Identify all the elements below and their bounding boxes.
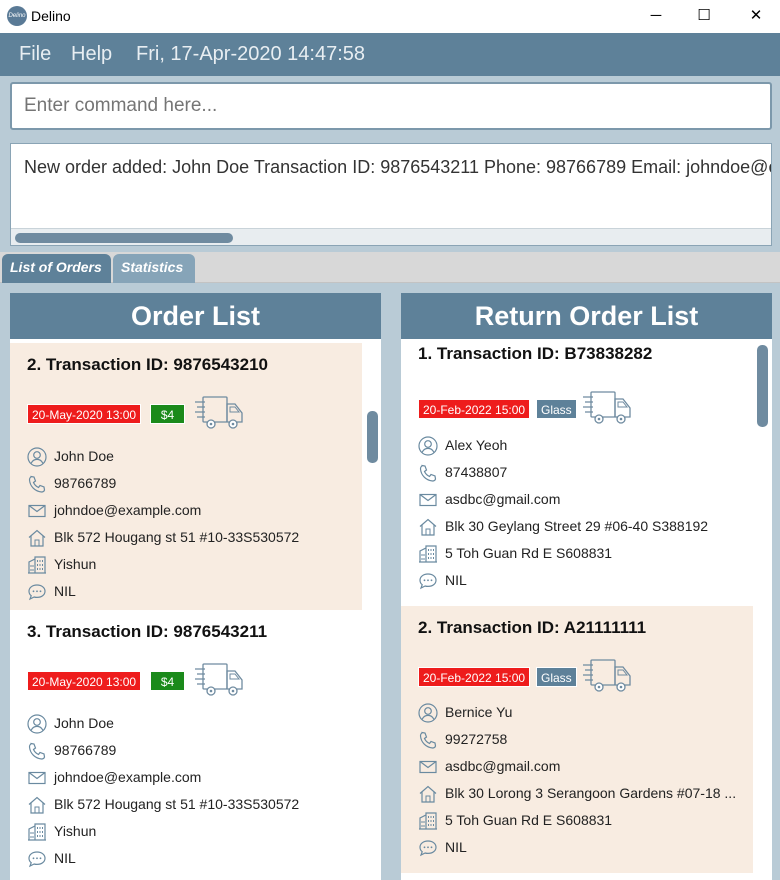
address: Blk 30 Geylang Street 29 #06-40 S388192 bbox=[445, 518, 709, 534]
delivery-truck-icon bbox=[194, 660, 244, 700]
order-card[interactable]: 3. Transaction ID: 9876543211 20-May-202… bbox=[10, 610, 362, 877]
mail-icon bbox=[418, 757, 438, 777]
delivery-date-badge: 20-May-2020 13:00 bbox=[27, 404, 142, 424]
order-list-scrollbar[interactable] bbox=[367, 411, 378, 463]
comment: NIL bbox=[54, 583, 76, 599]
return-order-card[interactable]: 1. Transaction ID: B73838282 20-Feb-2022… bbox=[401, 339, 753, 606]
price-badge: $4 bbox=[150, 671, 185, 691]
building-icon bbox=[27, 822, 47, 842]
return-transaction-title: 1. Transaction ID: B73838282 bbox=[418, 344, 653, 363]
menu-bar: File Help Fri, 17-Apr-2020 14:47:58 bbox=[0, 33, 780, 76]
email-address: johndoe@example.com bbox=[54, 502, 202, 518]
item-type-badge: Glass bbox=[536, 667, 577, 687]
command-box bbox=[10, 82, 772, 130]
tab-strip: List of Orders Statistics bbox=[0, 252, 780, 283]
customer-name: Bernice Yu bbox=[445, 704, 513, 720]
email-address: johndoe@example.com bbox=[54, 769, 202, 785]
warehouse: 5 Toh Guan Rd E S608831 bbox=[445, 812, 613, 828]
person-icon bbox=[418, 703, 438, 723]
chat-icon bbox=[418, 838, 438, 858]
minimize-button[interactable]: ─ bbox=[633, 0, 679, 33]
house-icon bbox=[27, 795, 47, 815]
building-icon bbox=[418, 544, 438, 564]
customer-name: John Doe bbox=[54, 715, 114, 731]
order-transaction-title: 3. Transaction ID: 9876543211 bbox=[27, 622, 268, 641]
mail-icon bbox=[418, 490, 438, 510]
delivery-truck-icon bbox=[582, 388, 632, 428]
phone-number: 98766789 bbox=[54, 475, 117, 491]
phone-icon bbox=[27, 741, 47, 761]
mail-icon bbox=[27, 501, 47, 521]
tab-statistics[interactable]: Statistics bbox=[113, 254, 195, 283]
return-list-scrollbar[interactable] bbox=[757, 345, 768, 427]
order-transaction-title: 2. Transaction ID: 9876543210 bbox=[27, 355, 268, 374]
return-date-badge: 20-Feb-2022 15:00 bbox=[418, 399, 531, 419]
house-icon bbox=[27, 528, 47, 548]
order-card[interactable]: 2. Transaction ID: 9876543210 20-May-202… bbox=[10, 343, 362, 610]
clock-display: Fri, 17-Apr-2020 14:47:58 bbox=[136, 43, 366, 65]
tab-list-of-orders[interactable]: List of Orders bbox=[2, 254, 111, 283]
address: Blk 572 Hougang st 51 #10-33S530572 bbox=[54, 529, 300, 545]
menu-file[interactable]: File bbox=[19, 43, 51, 66]
person-icon bbox=[418, 436, 438, 456]
order-list-title: Order List bbox=[10, 293, 381, 339]
horizontal-scrollbar[interactable] bbox=[11, 228, 771, 245]
phone-number: 98766789 bbox=[54, 742, 117, 758]
chat-icon bbox=[418, 571, 438, 591]
order-list-panel: Order List 2. Transaction ID: 9876543210… bbox=[10, 293, 381, 880]
delivery-truck-icon bbox=[582, 656, 632, 696]
window-title: Delino bbox=[31, 8, 71, 24]
warehouse: Yishun bbox=[54, 823, 97, 839]
menu-help[interactable]: Help bbox=[71, 43, 112, 66]
chat-icon bbox=[27, 849, 47, 869]
comment: NIL bbox=[445, 839, 467, 855]
return-order-list-title: Return Order List bbox=[401, 293, 772, 339]
warehouse: 5 Toh Guan Rd E S608831 bbox=[445, 545, 613, 561]
result-display: New order added: John Doe Transaction ID… bbox=[10, 143, 772, 246]
item-type-badge: Glass bbox=[536, 399, 577, 419]
building-icon bbox=[418, 811, 438, 831]
result-message: New order added: John Doe Transaction ID… bbox=[24, 157, 772, 177]
return-date-badge: 20-Feb-2022 15:00 bbox=[418, 667, 531, 687]
phone-icon bbox=[418, 463, 438, 483]
phone-icon bbox=[418, 730, 438, 750]
command-input[interactable] bbox=[24, 95, 724, 117]
email-address: asdbc@gmail.com bbox=[445, 491, 561, 507]
maximize-button[interactable]: ☐ bbox=[681, 0, 727, 33]
email-address: asdbc@gmail.com bbox=[445, 758, 561, 774]
house-icon bbox=[418, 784, 438, 804]
address: Blk 30 Lorong 3 Serangoon Gardens #07-18… bbox=[445, 785, 737, 801]
delivery-truck-icon bbox=[194, 393, 244, 433]
comment: NIL bbox=[445, 572, 467, 588]
title-bar: Delino Delino ─ ☐ ✕ bbox=[0, 0, 780, 33]
phone-icon bbox=[27, 474, 47, 494]
app-logo-icon: Delino bbox=[7, 6, 27, 26]
house-icon bbox=[418, 517, 438, 537]
delivery-date-badge: 20-May-2020 13:00 bbox=[27, 671, 142, 691]
return-order-card[interactable]: 2. Transaction ID: A21111111 20-Feb-2022… bbox=[401, 606, 753, 873]
person-icon bbox=[27, 714, 47, 734]
address: Blk 572 Hougang st 51 #10-33S530572 bbox=[54, 796, 300, 812]
close-button[interactable]: ✕ bbox=[733, 0, 779, 33]
building-icon bbox=[27, 555, 47, 575]
phone-number: 99272758 bbox=[445, 731, 508, 747]
return-transaction-title: 2. Transaction ID: A21111111 bbox=[418, 618, 647, 637]
person-icon bbox=[27, 447, 47, 467]
warehouse: Yishun bbox=[54, 556, 97, 572]
mail-icon bbox=[27, 768, 47, 788]
customer-name: John Doe bbox=[54, 448, 114, 464]
comment: NIL bbox=[54, 850, 76, 866]
customer-name: Alex Yeoh bbox=[445, 437, 508, 453]
price-badge: $4 bbox=[150, 404, 185, 424]
phone-number: 87438807 bbox=[445, 464, 508, 480]
chat-icon bbox=[27, 582, 47, 602]
horizontal-scroll-thumb[interactable] bbox=[15, 233, 233, 243]
return-order-list-panel: Return Order List 1. Transaction ID: B73… bbox=[401, 293, 772, 880]
